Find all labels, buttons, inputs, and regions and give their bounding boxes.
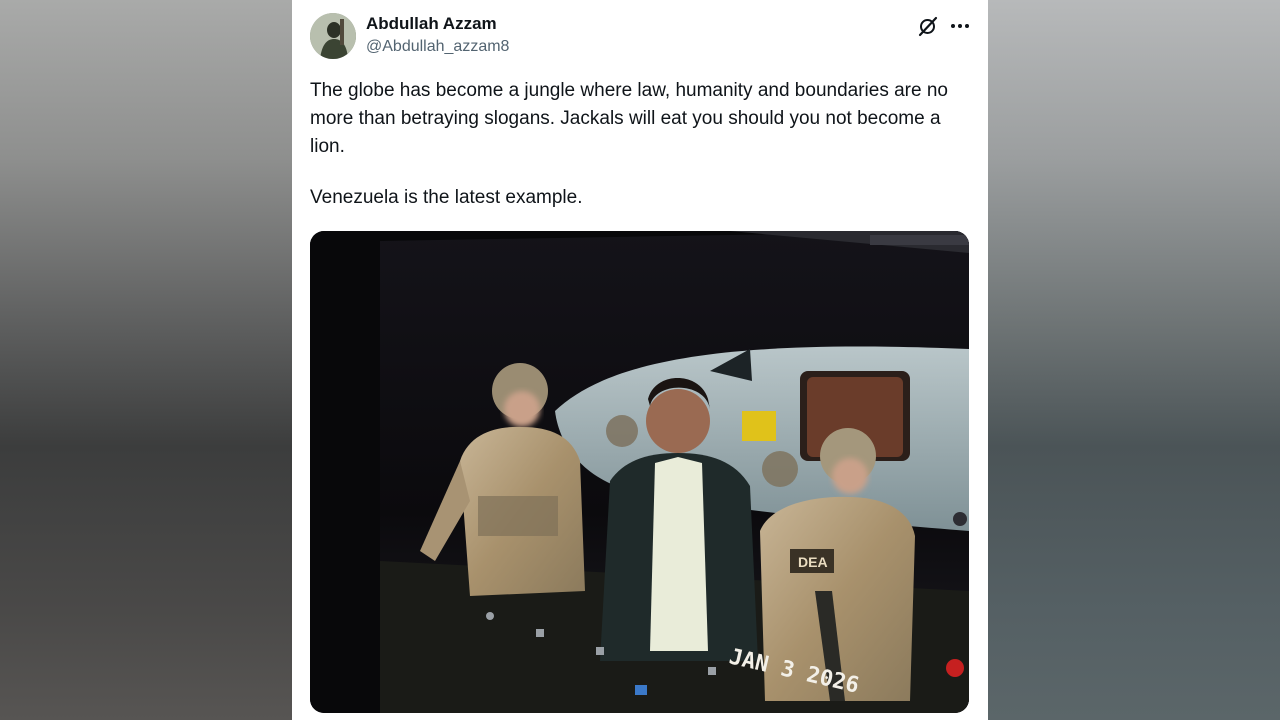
tweet-text-paragraph: The globe has become a jungle where law,… <box>310 80 948 157</box>
more-icon[interactable] <box>948 14 972 38</box>
tweet-text: The globe has become a jungle where law,… <box>310 77 970 212</box>
author-name[interactable]: Abdullah Azzam <box>366 14 497 34</box>
photo-illustration: DEA JAN 3 2026 <box>310 231 969 713</box>
avatar-image <box>310 13 356 59</box>
background-left <box>0 0 292 720</box>
tweet-card: Abdullah Azzam @Abdullah_azzam8 The glob… <box>292 0 988 720</box>
avatar[interactable] <box>310 13 356 59</box>
background-right <box>988 0 1280 720</box>
grok-icon[interactable] <box>916 14 940 38</box>
tweet-media-photo[interactable]: DEA JAN 3 2026 <box>310 231 969 713</box>
tweet-text-paragraph: Venezuela is the latest example. <box>310 187 583 208</box>
author-handle[interactable]: @Abdullah_azzam8 <box>366 38 509 56</box>
dea-patch-text: DEA <box>798 554 828 570</box>
